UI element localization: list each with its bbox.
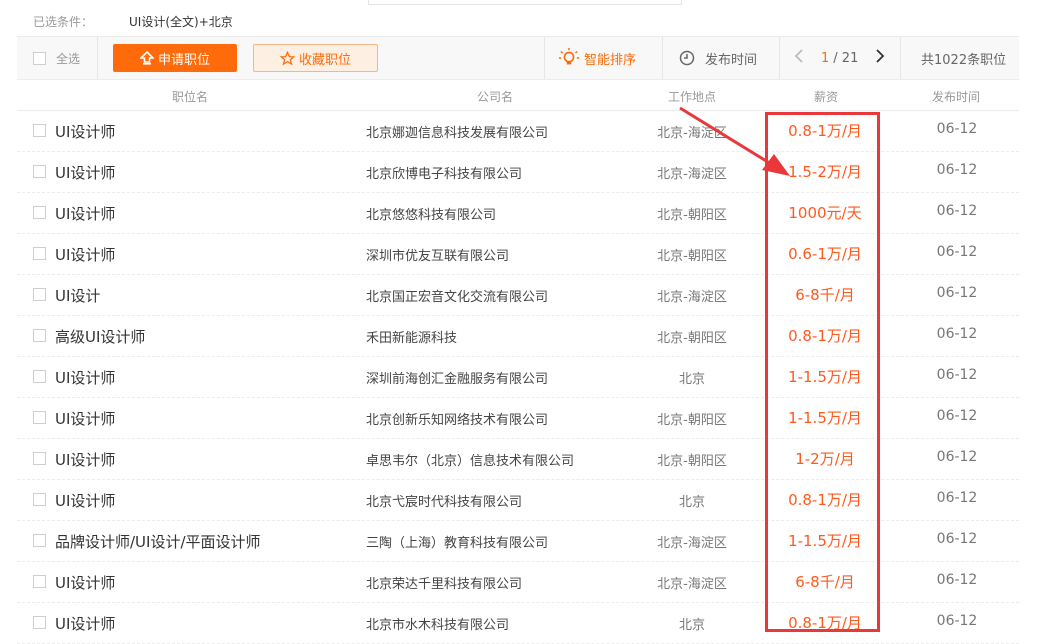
row-checkbox[interactable] [33,616,46,629]
annotation-arrow-icon [679,106,790,176]
